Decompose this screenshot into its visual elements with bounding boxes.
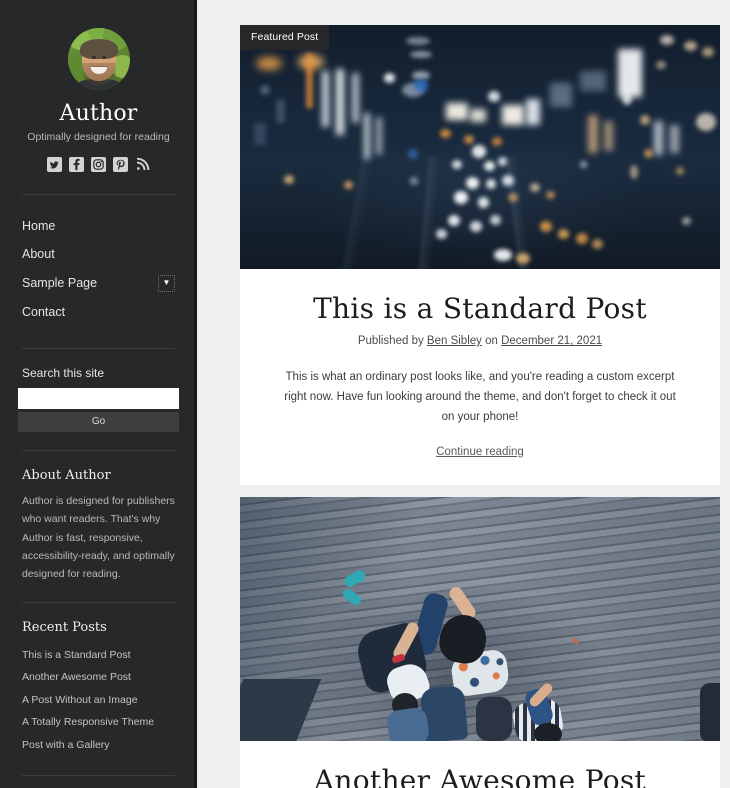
list-item[interactable]: A Totally Responsive Theme xyxy=(22,711,175,734)
twitter-icon[interactable] xyxy=(47,157,62,172)
avatar xyxy=(67,28,130,90)
backpack-blue xyxy=(385,705,431,741)
recent-posts-title: Recent Posts xyxy=(22,619,107,635)
recent-posts-list: This is a Standard Post Another Awesome … xyxy=(18,644,179,757)
nav-item-about[interactable]: About xyxy=(18,240,179,268)
sidebar: Author Optimally designed for reading Ho… xyxy=(0,0,197,788)
post-body: This is a Standard Post Published by Ben… xyxy=(240,269,720,484)
rss-icon[interactable] xyxy=(135,157,150,172)
person-edge xyxy=(700,682,720,741)
post-card-second: Another Awesome Post Published by Ben Si… xyxy=(240,496,720,788)
divider-nav xyxy=(22,347,175,349)
avatar-wrap xyxy=(18,0,179,90)
post-card-featured: Featured Post This is a Standard Post Pu… xyxy=(240,25,720,485)
site-tagline: Optimally designed for reading xyxy=(27,131,170,143)
social-links xyxy=(18,157,179,172)
nav-label: Contact xyxy=(22,304,66,319)
recent-posts-widget: Recent Posts This is a Standard Post Ano… xyxy=(18,620,179,757)
main-content: Featured Post This is a Standard Post Pu… xyxy=(197,0,730,788)
list-item[interactable]: This is a Standard Post xyxy=(22,644,175,667)
divider-search xyxy=(22,449,175,451)
meta-join: on xyxy=(485,335,498,348)
instagram-icon[interactable] xyxy=(91,157,106,172)
meta-prefix: Published by xyxy=(357,335,424,348)
post-meta: Published by Ben Sibley on December 21, … xyxy=(274,335,686,347)
continue-reading-link[interactable]: Continue reading xyxy=(436,446,524,458)
list-item[interactable]: A Post Without an Image xyxy=(22,689,175,712)
road-layer xyxy=(240,156,720,269)
stairs-photo xyxy=(240,496,720,741)
post-body: Another Awesome Post Published by Ben Si… xyxy=(240,741,720,788)
post-hero-image-night-city[interactable]: Featured Post xyxy=(240,25,720,269)
nav-item-contact[interactable]: Contact xyxy=(18,298,179,326)
facebook-icon[interactable] xyxy=(69,157,84,172)
about-author-widget: About Author Author is designed for publ… xyxy=(18,468,179,584)
featured-post-badge: Featured Post xyxy=(240,25,330,50)
nav-label: Home xyxy=(22,219,56,233)
post-author-link[interactable]: Ben Sibley xyxy=(427,335,482,347)
post-hero-image-stairs[interactable] xyxy=(240,496,720,741)
nav-label: Sample Page xyxy=(22,275,98,290)
nav-item-home[interactable]: Home xyxy=(18,212,179,240)
primary-navigation: Home About Sample Page ▼ Contact xyxy=(18,212,179,326)
list-item[interactable]: Post with a Gallery xyxy=(22,734,175,757)
person-c-hair xyxy=(534,722,562,741)
nav-item-sample-page[interactable]: Sample Page ▼ xyxy=(18,269,179,298)
post-excerpt: This is what an ordinary post looks like… xyxy=(284,371,676,424)
pinterest-icon[interactable] xyxy=(113,157,128,172)
about-author-text: Author is designed for publishers who wa… xyxy=(22,494,175,581)
avatar-eye-right xyxy=(101,55,106,59)
post-title[interactable]: Another Awesome Post xyxy=(274,764,686,788)
search-go-button[interactable]: Go xyxy=(18,411,179,432)
list-item[interactable]: Another Awesome Post xyxy=(22,666,175,689)
avatar-hair xyxy=(79,39,118,60)
search-label: Search this site xyxy=(22,365,105,380)
search-input[interactable] xyxy=(18,387,179,409)
post-title[interactable]: This is a Standard Post xyxy=(274,292,686,325)
about-author-title: About Author xyxy=(22,467,111,483)
divider-top xyxy=(22,194,175,195)
search-widget: Search this site Go xyxy=(18,366,179,432)
nav-label: About xyxy=(22,247,55,262)
divider-recent xyxy=(22,774,175,776)
chevron-down-icon[interactable]: ▼ xyxy=(158,274,175,292)
night-city-photo xyxy=(240,25,720,269)
backpack-dark xyxy=(476,696,512,741)
divider-about xyxy=(22,601,175,603)
post-date-link[interactable]: December 21, 2021 xyxy=(501,335,602,347)
site-title: Author xyxy=(59,101,138,126)
